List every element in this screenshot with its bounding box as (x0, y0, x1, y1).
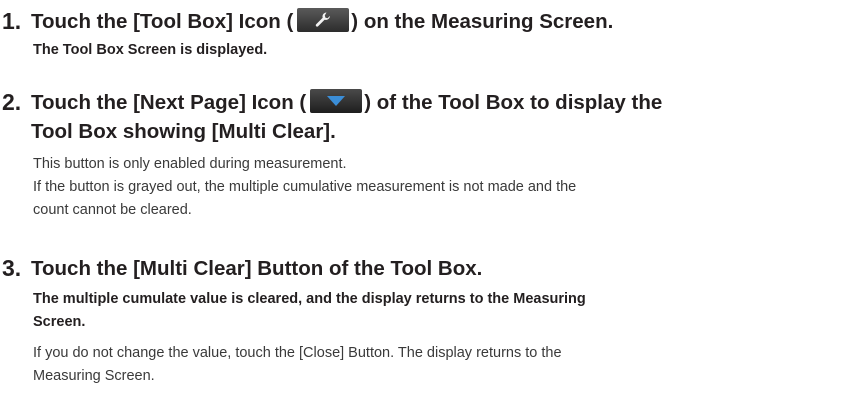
step-2-heading-text-before: Touch the [Next Page] Icon ( (31, 91, 307, 114)
step-2-heading-text-after: ) of the Tool Box to display the (364, 91, 663, 114)
step-3-note-line2: Measuring Screen. (33, 368, 155, 384)
step-2-number: 2. (2, 89, 22, 115)
step-3: 3. Touch the [Multi Clear] Button of the… (0, 254, 865, 388)
step-2: 2. Touch the [Next Page] Icon ( ) of the … (0, 88, 865, 222)
step-1-heading-text-before: Touch the [Tool Box] Icon ( (31, 10, 294, 33)
step-1-number: 1. (2, 8, 22, 34)
step-3-result-line2: Screen. (33, 314, 86, 330)
step-3-note: If you do not change the value, touch th… (0, 342, 865, 388)
step-1-result: The Tool Box Screen is displayed. (33, 42, 268, 58)
step-3-result-line1: The multiple cumulate value is cleared, … (33, 291, 586, 307)
step-3-result: The multiple cumulate value is cleared, … (0, 288, 865, 334)
step-1-heading-text-after: ) on the Measuring Screen. (351, 10, 614, 33)
step-2-heading-line2: Tool Box showing [Multi Clear]. (31, 120, 336, 143)
step-3-number: 3. (2, 255, 22, 281)
next-page-triangle-icon (310, 89, 363, 113)
step-3-note-line1: If you do not change the value, touch th… (33, 345, 562, 361)
step-2-note-1: This button is only enabled during measu… (33, 156, 347, 172)
step-3-heading: 3. Touch the [Multi Clear] Button of the… (0, 254, 865, 283)
instruction-document: 1. Touch the [Tool Box] Icon ( ) on the M… (0, 0, 865, 416)
step-2-note-2: If the button is grayed out, the multipl… (0, 176, 865, 222)
step-3-heading-text: Touch the [Multi Clear] Button of the To… (31, 257, 483, 280)
step-2-heading: 2. Touch the [Next Page] Icon ( ) of the … (0, 88, 865, 146)
step-2-note-2-line2: count cannot be cleared. (33, 202, 192, 218)
step-1: 1. Touch the [Tool Box] Icon ( ) on the M… (0, 7, 865, 62)
wrench-icon (297, 8, 350, 32)
step-2-note-2-line1: If the button is grayed out, the multipl… (33, 179, 577, 195)
step-1-heading: 1. Touch the [Tool Box] Icon ( ) on the M… (0, 7, 865, 36)
